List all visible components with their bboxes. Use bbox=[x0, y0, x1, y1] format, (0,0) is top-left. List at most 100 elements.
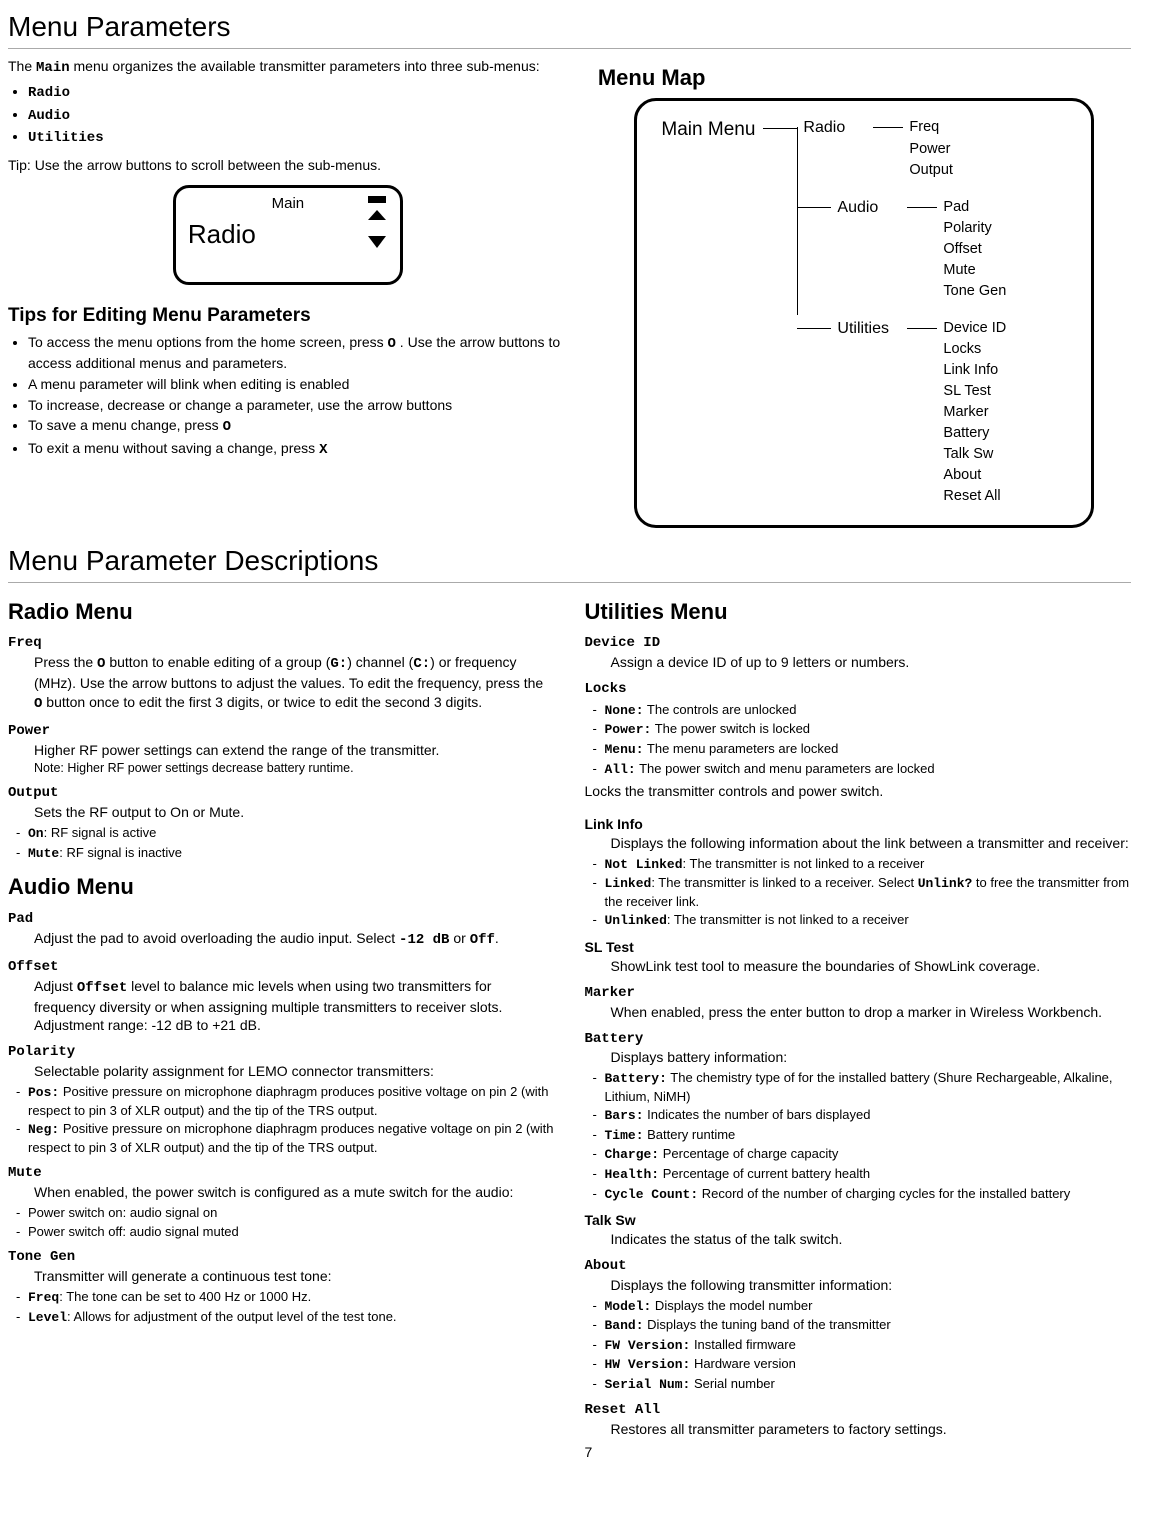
param-title-locks: Locks bbox=[585, 680, 1132, 699]
submenu-label: Audio bbox=[28, 108, 70, 124]
text: : RF signal is active bbox=[44, 825, 157, 840]
connector-line bbox=[907, 207, 937, 208]
text: : RF signal is inactive bbox=[59, 845, 182, 860]
code: HW Version: bbox=[605, 1357, 691, 1372]
list-item: Unlinked: The transmitter is not linked … bbox=[593, 911, 1132, 930]
list-item: Linked: The transmitter is linked to a r… bbox=[593, 874, 1132, 910]
param-title-marker: Marker bbox=[585, 984, 1132, 1003]
locks-summary: Locks the transmitter controls and power… bbox=[585, 782, 1132, 801]
connector-line bbox=[797, 207, 831, 208]
tip-text-a: To save a menu change, press bbox=[28, 417, 223, 433]
tip-code: X bbox=[319, 442, 327, 458]
param-body-output: Sets the RF output to On or Mute. bbox=[34, 803, 555, 822]
heading-utilities-menu: Utilities Menu bbox=[585, 597, 1132, 627]
connector-line bbox=[907, 328, 937, 329]
battery-options: Battery: The chemistry type of for the i… bbox=[593, 1069, 1132, 1203]
code: G: bbox=[330, 656, 347, 672]
code: Unlink? bbox=[918, 876, 973, 891]
list-item: Freq: The tone can be set to 400 Hz or 1… bbox=[16, 1288, 555, 1307]
param-body-offset: Adjust Offset level to balance mic level… bbox=[34, 977, 555, 1036]
about-options: Model: Displays the model number Band: D… bbox=[593, 1297, 1132, 1394]
text: : Allows for adjustment of the output le… bbox=[67, 1309, 397, 1324]
heading-tips: Tips for Editing Menu Parameters bbox=[8, 303, 568, 329]
submenu-label: Radio bbox=[28, 85, 70, 101]
code: Pos: bbox=[28, 1085, 59, 1100]
submenu-list: Radio Audio Utilities bbox=[8, 82, 568, 149]
menu-map-node: Radio Freq Power Output bbox=[797, 117, 1073, 180]
lcd-selection: Radio bbox=[188, 217, 388, 252]
list-item: Time: Battery runtime bbox=[593, 1126, 1132, 1145]
tips-list: To access the menu options from the home… bbox=[8, 333, 568, 460]
intro-main-word: Main bbox=[36, 60, 70, 76]
lcd-title: Main bbox=[188, 194, 388, 214]
tip-text-a: To exit a menu without saving a change, … bbox=[28, 440, 319, 456]
text: Positive pressure on microphone diaphrag… bbox=[28, 1084, 548, 1118]
menu-map-leaf: Power bbox=[909, 139, 953, 160]
list-item: On: RF signal is active bbox=[16, 824, 555, 843]
heading-descriptions: Menu Parameter Descriptions bbox=[8, 542, 1131, 583]
tip-code: O bbox=[223, 419, 231, 435]
code: -12 dB bbox=[399, 932, 449, 948]
list-item: Model: Displays the model number bbox=[593, 1297, 1132, 1316]
connector-line bbox=[763, 128, 797, 129]
tip-item: To increase, decrease or change a parame… bbox=[28, 396, 568, 415]
text: Power switch on: audio signal on bbox=[28, 1205, 217, 1220]
menu-map-leaves: Freq Power Output bbox=[909, 117, 953, 180]
code: Serial Num: bbox=[605, 1377, 691, 1392]
param-title-resetall: Reset All bbox=[585, 1401, 1132, 1420]
list-item: None: The controls are unlocked bbox=[593, 701, 1132, 720]
code: Not Linked bbox=[605, 857, 683, 872]
code: Level bbox=[28, 1310, 67, 1325]
code: C: bbox=[413, 656, 430, 672]
connector-line bbox=[797, 127, 798, 315]
text: Battery runtime bbox=[644, 1127, 736, 1142]
param-title-power: Power bbox=[8, 722, 555, 741]
list-item: Battery: The chemistry type of for the i… bbox=[593, 1069, 1132, 1105]
menu-map-node: Audio Pad Polarity Offset Mute Tone Gen bbox=[797, 197, 1073, 302]
locks-options: None: The controls are unlocked Power: T… bbox=[593, 701, 1132, 778]
text: The power switch is locked bbox=[651, 721, 810, 736]
text: Displays the tuning band of the transmit… bbox=[644, 1317, 891, 1332]
code: Offset bbox=[77, 980, 127, 996]
text: or bbox=[449, 930, 469, 946]
list-item: Pos: Positive pressure on microphone dia… bbox=[16, 1083, 555, 1119]
code: Health: bbox=[605, 1167, 660, 1182]
list-item: Cycle Count: Record of the number of cha… bbox=[593, 1185, 1132, 1204]
list-item: HW Version: Hardware version bbox=[593, 1355, 1132, 1374]
menu-map-leaf: SL Test bbox=[943, 381, 1006, 402]
param-title-output: Output bbox=[8, 784, 555, 803]
param-body-tonegen: Transmitter will generate a continuous t… bbox=[34, 1267, 555, 1286]
text: Displays the model number bbox=[651, 1298, 812, 1313]
text: . bbox=[495, 930, 499, 946]
menu-map-leaf: Tone Gen bbox=[943, 281, 1006, 302]
param-body-sltest: ShowLink test tool to measure the bounda… bbox=[611, 957, 1132, 976]
code: Band: bbox=[605, 1318, 644, 1333]
menu-map-root: Main Menu bbox=[661, 117, 755, 143]
text: : The tone can be set to 400 Hz or 1000 … bbox=[59, 1289, 311, 1304]
text: The power switch and menu parameters are… bbox=[636, 761, 935, 776]
param-title-mute: Mute bbox=[8, 1164, 555, 1183]
param-title-pad: Pad bbox=[8, 910, 555, 929]
intro-text: The Main menu organizes the available tr… bbox=[8, 57, 568, 78]
param-body-marker: When enabled, press the enter button to … bbox=[611, 1003, 1132, 1022]
menu-map-leaf: Device ID bbox=[943, 318, 1006, 339]
list-item: Health: Percentage of current battery he… bbox=[593, 1165, 1132, 1184]
param-title-about: About bbox=[585, 1257, 1132, 1276]
heading-menu-parameters: Menu Parameters bbox=[8, 8, 1131, 49]
param-body-linkinfo: Displays the following information about… bbox=[611, 834, 1132, 853]
code: Bars: bbox=[605, 1108, 644, 1123]
menu-map-node: Utilities Device ID Locks Link Info SL T… bbox=[797, 318, 1073, 507]
menu-map-leaves: Pad Polarity Offset Mute Tone Gen bbox=[943, 197, 1006, 302]
connector-line bbox=[797, 328, 831, 329]
list-item: Menu: The menu parameters are locked bbox=[593, 740, 1132, 759]
menu-map-leaf: Offset bbox=[943, 239, 1006, 260]
menu-map-leaf: Polarity bbox=[943, 218, 1006, 239]
code: Freq bbox=[28, 1290, 59, 1305]
text: : The transmitter is not linked to a rec… bbox=[667, 912, 909, 927]
list-item: Bars: Indicates the number of bars displ… bbox=[593, 1106, 1132, 1125]
connector-line bbox=[873, 127, 903, 128]
param-title-polarity: Polarity bbox=[8, 1043, 555, 1062]
text: : The transmitter is linked to a receive… bbox=[651, 875, 917, 890]
param-title-offset: Offset bbox=[8, 958, 555, 977]
code: FW Version: bbox=[605, 1338, 691, 1353]
